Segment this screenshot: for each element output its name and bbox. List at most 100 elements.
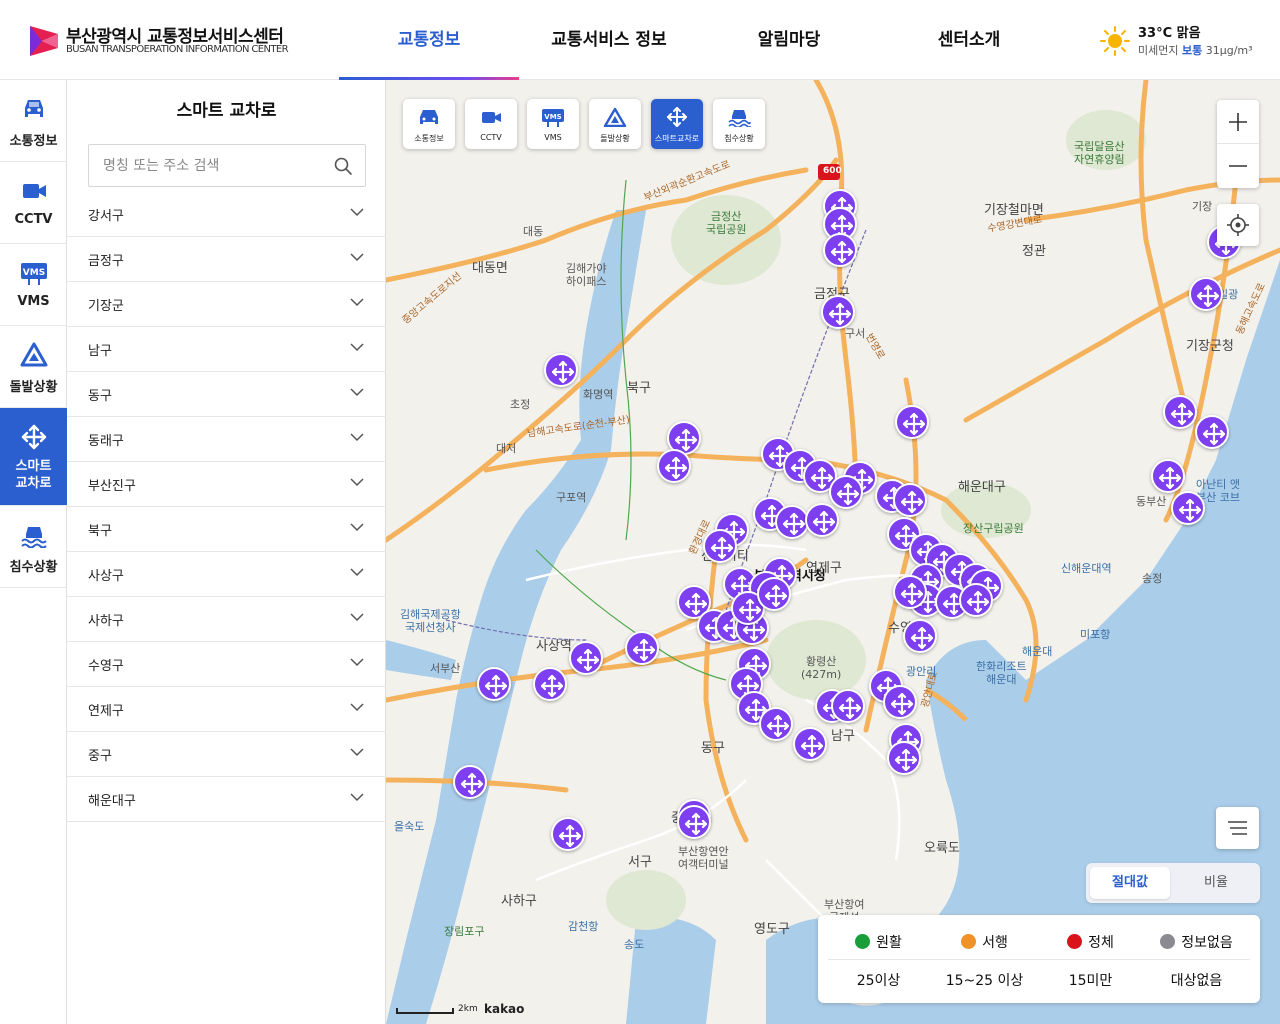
smart-intersection-marker[interactable] — [1195, 415, 1229, 449]
zoom-out-button[interactable] — [1217, 144, 1259, 188]
nav-traffic-info[interactable]: 교통정보 — [339, 0, 519, 80]
layer-button[interactable]: 스마트교차로 — [651, 99, 703, 149]
chevron-down-icon[interactable] — [350, 748, 364, 757]
legend-status: 원활 — [826, 932, 931, 952]
district-item[interactable]: 사상구 — [67, 552, 386, 597]
map-place-label: 오륙도 — [924, 841, 960, 856]
district-item[interactable]: 금정구 — [67, 237, 386, 282]
chevron-down-icon[interactable] — [350, 703, 364, 712]
layer-button[interactable]: 소통정보 — [403, 99, 455, 149]
nav-traffic-service-info[interactable]: 교통서비스 정보 — [519, 0, 699, 80]
smart-intersection-marker[interactable] — [453, 765, 487, 799]
chevron-down-icon[interactable] — [350, 478, 364, 487]
layer-button[interactable]: 돌발상황 — [589, 99, 641, 149]
district-item[interactable]: 북구 — [67, 507, 386, 552]
smart-intersection-marker[interactable] — [883, 685, 917, 719]
map-view[interactable]: 600 대동면 대동 김해가야 하이패스 금정산 국립공원 금정구 구서 북구 화명역 초정 대저… — [386, 80, 1280, 1024]
smart-intersection-marker[interactable] — [903, 619, 937, 653]
smart-intersection-marker[interactable] — [569, 641, 603, 675]
rail-item-vms[interactable]: VMS VMS — [0, 244, 67, 326]
smart-intersection-marker[interactable] — [757, 577, 791, 611]
smart-intersection-marker[interactable] — [1189, 277, 1223, 311]
chevron-down-icon[interactable] — [350, 208, 364, 217]
chevron-down-icon[interactable] — [350, 568, 364, 577]
move-arrows-icon — [552, 361, 574, 383]
rail-item-smart-intersection[interactable]: 스마트 교차로 — [0, 408, 67, 506]
smart-intersection-marker[interactable] — [793, 727, 827, 761]
map-place-label: 동구 — [701, 741, 725, 756]
smart-intersection-marker[interactable] — [887, 741, 921, 775]
district-item[interactable]: 해운대구 — [67, 777, 386, 822]
district-item[interactable]: 동구 — [67, 372, 386, 417]
site-logo[interactable]: 부산광역시 교통정보서비스센터 BUSAN TRANSPOERATION INF… — [28, 22, 328, 62]
move-arrows-icon — [1179, 499, 1201, 521]
layer-button[interactable]: 침수상황 — [713, 99, 765, 149]
smart-intersection-marker[interactable] — [893, 483, 927, 517]
smart-intersection-marker[interactable] — [823, 233, 857, 267]
smart-intersection-marker[interactable] — [1171, 491, 1205, 525]
map-place-label: 김해국제공항 국제선청사 — [400, 608, 461, 634]
smart-intersection-marker[interactable] — [759, 707, 793, 741]
search-input[interactable] — [103, 145, 323, 186]
district-item[interactable]: 수영구 — [67, 642, 386, 687]
map-place-label: 을숙도 — [394, 820, 425, 833]
district-item[interactable]: 연제구 — [67, 687, 386, 732]
layer-label: 스마트교차로 — [654, 134, 700, 143]
district-item[interactable]: 동래구 — [67, 417, 386, 462]
map-place-label: 해운대구 — [958, 480, 1006, 495]
route-badge: 600 — [823, 166, 842, 176]
my-location-button[interactable] — [1217, 204, 1259, 246]
chevron-down-icon[interactable] — [350, 523, 364, 532]
nav-notice[interactable]: 알림마당 — [699, 0, 879, 80]
smart-intersection-marker[interactable] — [805, 503, 839, 537]
rail-item-cctv[interactable]: CCTV — [0, 162, 67, 244]
nav-center-intro[interactable]: 센터소개 — [879, 0, 1059, 80]
search-icon[interactable] — [333, 156, 353, 176]
rail-item-incident[interactable]: 돌발상황 — [0, 326, 67, 408]
map-provider-logo: kakao — [484, 1002, 525, 1016]
smart-intersection-marker[interactable] — [703, 529, 737, 563]
district-label: 해운대구 — [88, 794, 136, 809]
smart-intersection-marker[interactable] — [677, 805, 711, 839]
smart-intersection-marker[interactable] — [477, 667, 511, 701]
rail-item-traffic[interactable]: 소통정보 — [0, 80, 67, 162]
rail-item-flood[interactable]: 침수상황 — [0, 506, 67, 588]
smart-intersection-marker[interactable] — [831, 689, 865, 723]
smart-intersection-marker[interactable] — [829, 475, 863, 509]
chevron-down-icon[interactable] — [350, 793, 364, 802]
smart-intersection-marker[interactable] — [533, 667, 567, 701]
smart-intersection-marker[interactable] — [821, 295, 855, 329]
smart-intersection-marker[interactable] — [893, 575, 927, 609]
map-place-label: 정관 — [1022, 244, 1046, 259]
smart-intersection-marker[interactable] — [1151, 459, 1185, 493]
chevron-down-icon[interactable] — [350, 343, 364, 352]
chevron-down-icon[interactable] — [350, 433, 364, 442]
district-item[interactable]: 강서구 — [67, 192, 386, 237]
chevron-down-icon[interactable] — [350, 658, 364, 667]
smart-intersection-marker[interactable] — [544, 353, 578, 387]
smart-intersection-marker[interactable] — [625, 631, 659, 665]
smart-intersection-marker[interactable] — [551, 817, 585, 851]
district-item[interactable]: 중구 — [67, 732, 386, 777]
toggle-ratio[interactable]: 비율 — [1176, 867, 1256, 899]
smart-intersection-marker[interactable] — [775, 505, 809, 539]
layer-button[interactable]: CCTV — [465, 99, 517, 149]
list-toggle-button[interactable] — [1216, 807, 1259, 849]
chevron-down-icon[interactable] — [350, 613, 364, 622]
district-item[interactable]: 사하구 — [67, 597, 386, 642]
chevron-down-icon[interactable] — [350, 298, 364, 307]
smart-intersection-marker[interactable] — [1163, 395, 1197, 429]
smart-intersection-marker[interactable] — [895, 405, 929, 439]
district-item[interactable]: 부산진구 — [67, 462, 386, 507]
toggle-absolute[interactable]: 절대값 — [1090, 867, 1170, 899]
panel-title: 스마트 교차로 — [176, 101, 277, 121]
smart-intersection-marker[interactable] — [959, 583, 993, 617]
zoom-in-button[interactable] — [1217, 100, 1259, 144]
legend-status: 정보없음 — [1144, 932, 1249, 952]
chevron-down-icon[interactable] — [350, 388, 364, 397]
layer-button[interactable]: VMS VMS — [527, 99, 579, 149]
smart-intersection-marker[interactable] — [657, 449, 691, 483]
district-item[interactable]: 남구 — [67, 327, 386, 372]
chevron-down-icon[interactable] — [350, 253, 364, 262]
district-item[interactable]: 기장군 — [67, 282, 386, 327]
